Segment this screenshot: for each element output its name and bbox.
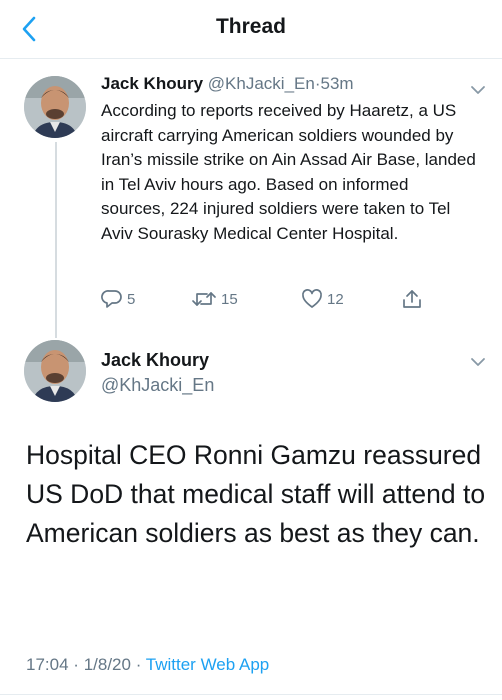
- tweet-source-link[interactable]: Twitter Web App: [146, 655, 269, 674]
- chevron-down-icon: [471, 358, 485, 366]
- retweet-icon: [192, 292, 216, 306]
- tweet-menu-chevron[interactable]: [469, 83, 487, 95]
- share-button[interactable]: [401, 286, 423, 312]
- heart-icon: [302, 289, 322, 308]
- tweet-time: 17:04: [26, 655, 69, 674]
- reply-icon: [101, 290, 122, 308]
- tweet-time[interactable]: 53m: [320, 74, 353, 93]
- tweet-menu-chevron[interactable]: [469, 355, 487, 367]
- author-name[interactable]: Jack Khoury: [101, 74, 203, 93]
- avatar[interactable]: [24, 76, 86, 138]
- reply-button[interactable]: 5: [101, 286, 135, 312]
- reply-count: 5: [127, 290, 136, 308]
- avatar-photo: [24, 76, 86, 138]
- tweet-actions: 5 15 12: [101, 286, 441, 312]
- tweet-date: 1/8/20: [83, 655, 131, 674]
- chevron-down-icon: [471, 86, 485, 94]
- avatar-photo: [24, 340, 86, 402]
- like-count: 12: [327, 290, 344, 308]
- author-handle[interactable]: @KhJacki_En: [208, 74, 315, 93]
- share-icon: [403, 290, 421, 308]
- avatar[interactable]: [24, 340, 86, 402]
- author-handle[interactable]: @KhJacki_En: [101, 375, 214, 396]
- page-title: Thread: [215, 15, 286, 38]
- retweet-button[interactable]: 15: [191, 286, 238, 312]
- thread-connector-line: [55, 142, 57, 338]
- separator-dot: ·: [135, 655, 142, 674]
- top-nav-bar: Thread: [0, 0, 502, 59]
- retweet-count: 15: [221, 290, 238, 308]
- tweet-header: Jack Khoury @KhJacki_En·53m: [101, 74, 354, 94]
- separator-dot: ·: [73, 655, 79, 674]
- tweet-text: Hospital CEO Ronni Gamzu reassured US Do…: [26, 440, 486, 548]
- author-name[interactable]: Jack Khoury: [101, 350, 209, 371]
- divider: [0, 694, 502, 695]
- like-button[interactable]: 12: [301, 286, 344, 312]
- tweet-text: According to reports received by Haaretz…: [101, 101, 476, 243]
- tweet-meta: 17:04 · 1/8/20 · Twitter Web App: [26, 655, 269, 675]
